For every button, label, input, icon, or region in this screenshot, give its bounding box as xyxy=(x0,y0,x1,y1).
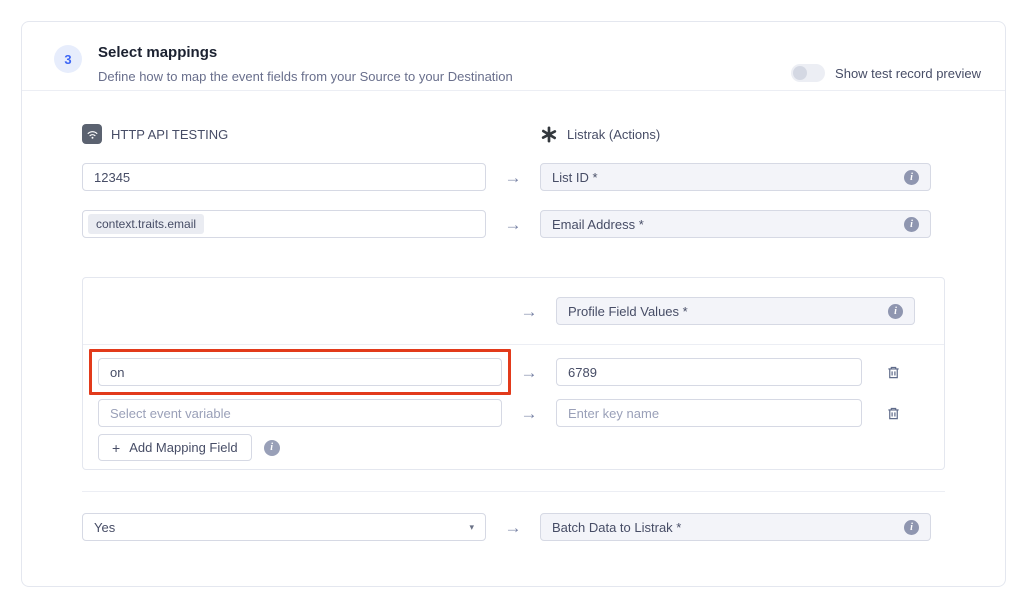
info-icon[interactable]: i xyxy=(264,440,280,456)
batch-data-select[interactable]: Yes ▾ xyxy=(82,513,486,541)
toggle-label: Show test record preview xyxy=(835,66,981,81)
destination-field-label: Batch Data to Listrak * xyxy=(552,520,681,535)
select-mappings-card: 3 Select mappings Define how to map the … xyxy=(21,21,1006,587)
mapping-row-batch: Yes ▾ → Batch Data to Listrak * i xyxy=(82,513,945,541)
delete-row-button[interactable] xyxy=(884,404,903,423)
key-name-input[interactable] xyxy=(556,399,862,427)
key-value-row: → xyxy=(98,358,929,386)
mapping-row-email: context.traits.email → Email Address * i xyxy=(82,210,945,238)
arrow-right-icon: → xyxy=(521,405,538,422)
add-mapping-field-label: Add Mapping Field xyxy=(129,440,237,455)
card-header: 3 Select mappings Define how to map the … xyxy=(22,22,1005,91)
arrow-right-icon: → xyxy=(521,364,538,381)
info-icon[interactable]: i xyxy=(904,170,919,185)
destination-name: Listrak (Actions) xyxy=(567,127,660,142)
destination-field-label: Profile Field Values * xyxy=(568,304,688,319)
list-id-source-input[interactable] xyxy=(82,163,486,191)
arrow-right-icon: → xyxy=(505,216,522,233)
arrow-right-icon: → xyxy=(505,519,522,536)
destination-field-label: Email Address * xyxy=(552,217,644,232)
step-number-badge: 3 xyxy=(54,45,82,73)
show-test-record-toggle[interactable] xyxy=(791,64,825,82)
list-id-destination-field[interactable]: List ID * i xyxy=(540,163,931,191)
profile-group-header-row: → Profile Field Values * i xyxy=(98,297,929,325)
destination-field-label: List ID * xyxy=(552,170,598,185)
batch-data-selected-value: Yes xyxy=(94,520,115,535)
info-icon[interactable]: i xyxy=(904,217,919,232)
email-source-input[interactable]: context.traits.email xyxy=(82,210,486,238)
red-highlight-box xyxy=(89,349,511,395)
source-name: HTTP API TESTING xyxy=(111,127,228,142)
event-variable-input[interactable] xyxy=(98,358,502,386)
add-mapping-field-button[interactable]: + Add Mapping Field xyxy=(98,434,252,461)
column-headers: HTTP API TESTING Listrak (Actions) xyxy=(82,124,945,144)
add-mapping-row: + Add Mapping Field i xyxy=(98,434,929,461)
plus-icon: + xyxy=(112,440,120,456)
destination-header: Listrak (Actions) xyxy=(540,125,945,143)
arrow-right-icon: → xyxy=(505,169,522,186)
key-value-row: → xyxy=(98,399,929,427)
header-text: Select mappings Define how to map the ev… xyxy=(98,39,513,84)
profile-field-values-destination-field[interactable]: Profile Field Values * i xyxy=(556,297,915,325)
toggle-knob xyxy=(793,66,807,80)
section-divider xyxy=(82,491,945,492)
mapping-row-list-id: → List ID * i xyxy=(82,163,945,191)
source-header: HTTP API TESTING xyxy=(82,124,486,144)
page-subtitle: Define how to map the event fields from … xyxy=(98,69,513,84)
event-variable-input[interactable] xyxy=(98,399,502,427)
mappings-body: HTTP API TESTING Listrak (Actions) xyxy=(22,91,1005,541)
info-icon[interactable]: i xyxy=(888,304,903,319)
chevron-down-icon: ▾ xyxy=(469,523,474,532)
http-api-source-icon xyxy=(82,124,102,144)
listrak-logo-icon xyxy=(540,125,558,143)
arrow-right-icon: → xyxy=(521,303,538,320)
email-destination-field[interactable]: Email Address * i xyxy=(540,210,931,238)
test-record-preview-control: Show test record preview xyxy=(791,64,981,82)
delete-row-button[interactable] xyxy=(884,363,903,382)
variable-chip[interactable]: context.traits.email xyxy=(88,214,204,234)
page-title: Select mappings xyxy=(98,39,513,61)
key-name-input[interactable] xyxy=(556,358,862,386)
group-divider xyxy=(83,344,944,345)
batch-destination-field[interactable]: Batch Data to Listrak * i xyxy=(540,513,931,541)
profile-field-values-group: → Profile Field Values * i → xyxy=(82,277,945,470)
info-icon[interactable]: i xyxy=(904,520,919,535)
